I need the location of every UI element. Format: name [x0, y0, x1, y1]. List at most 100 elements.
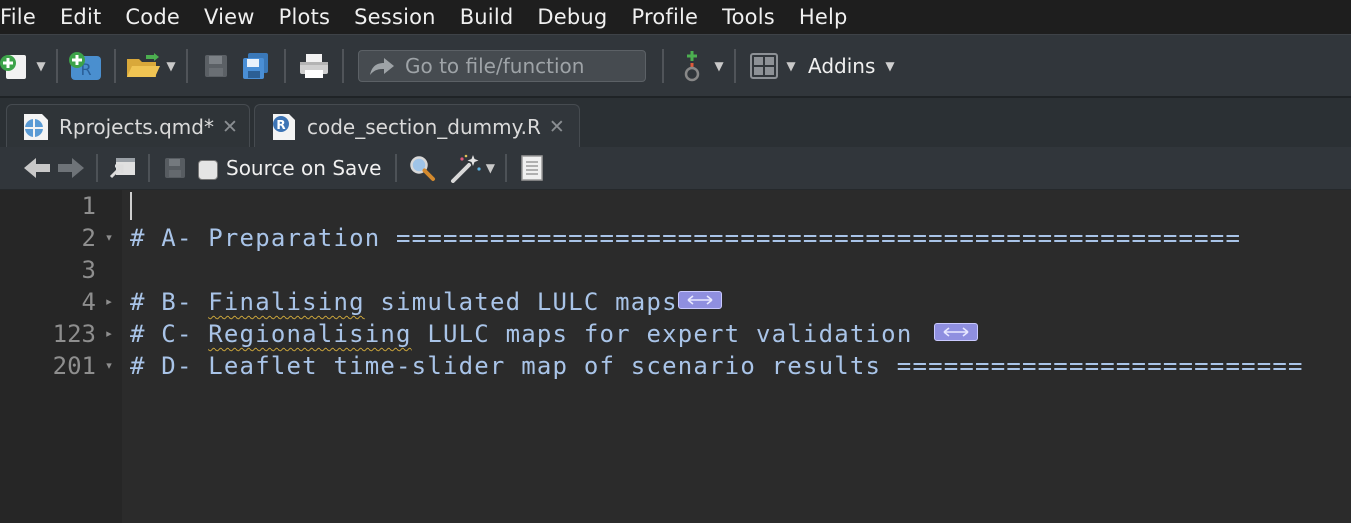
- go-to-arrow-icon: [359, 55, 405, 77]
- toolbar-separator: [505, 154, 508, 182]
- expand-arrows-icon: [687, 295, 713, 305]
- toolbar-separator: [734, 49, 736, 83]
- save-all-button[interactable]: [236, 48, 276, 84]
- code-tools-dropdown[interactable]: ▼: [483, 153, 497, 183]
- menu-help[interactable]: Help: [787, 0, 860, 34]
- menu-session[interactable]: Session: [342, 0, 448, 34]
- line-number-gutter: 1 2 ▾ 3 4 ▸ 123 ▸ 201 ▾: [0, 190, 122, 523]
- new-file-button[interactable]: [0, 48, 34, 84]
- menu-view[interactable]: View: [192, 0, 267, 34]
- close-icon[interactable]: ✕: [549, 116, 565, 138]
- fold-toggle-icon[interactable]: ▸: [103, 318, 115, 350]
- workspace-panes-dropdown[interactable]: ▼: [784, 48, 798, 84]
- addins-menu[interactable]: Addins: [808, 54, 875, 78]
- notebook-icon: [521, 155, 544, 181]
- r-file-icon: R: [267, 112, 301, 142]
- new-file-icon: [0, 55, 26, 79]
- tab-code-section-dummy-r[interactable]: R code_section_dummy.R ✕: [254, 104, 580, 149]
- toolbar-separator: [342, 49, 344, 83]
- toolbar-separator: [56, 49, 58, 83]
- chevron-down-icon: ▼: [714, 59, 724, 73]
- workspace-panes-button[interactable]: [744, 48, 784, 84]
- go-to-file-function-input[interactable]: Go to file/function: [358, 50, 646, 82]
- git-icon: [684, 51, 700, 82]
- version-control-button[interactable]: [672, 48, 712, 84]
- open-file-button[interactable]: [124, 48, 164, 84]
- save-button[interactable]: [196, 48, 236, 84]
- save-icon: [205, 55, 227, 77]
- print-icon: [300, 54, 328, 78]
- magic-wand-icon: [451, 154, 482, 183]
- editor-save-button[interactable]: [158, 151, 192, 185]
- line-number: 4: [81, 288, 96, 316]
- chevron-down-icon: ▼: [36, 59, 46, 73]
- version-control-dropdown[interactable]: ▼: [712, 48, 726, 84]
- forward-button[interactable]: [54, 151, 88, 185]
- spellcheck-word: Regionalising: [208, 320, 412, 348]
- code-text: # C-: [130, 320, 209, 348]
- code-text: simulated LULC maps: [364, 288, 678, 316]
- source-on-save-label: Source on Save: [226, 156, 382, 180]
- menu-build[interactable]: Build: [448, 0, 526, 34]
- code-line[interactable]: # C- Regionalising LULC maps for expert …: [130, 318, 979, 350]
- show-in-new-window-button[interactable]: [106, 151, 140, 185]
- menu-profile[interactable]: Profile: [619, 0, 710, 34]
- source-tab-strip: Rprojects.qmd* ✕ R code_section_dummy.R …: [0, 96, 1351, 149]
- main-toolbar: ▼ R ▼ Go to file/function ▼ ▼ Addins ▼: [0, 34, 1351, 97]
- panes-grid-icon: [750, 53, 778, 79]
- close-icon[interactable]: ✕: [222, 116, 238, 138]
- text-cursor: [130, 192, 132, 220]
- new-project-button[interactable]: R: [66, 48, 106, 84]
- fold-toggle-icon[interactable]: ▾: [103, 350, 115, 382]
- toolbar-separator: [284, 49, 286, 83]
- toolbar-separator: [395, 154, 398, 182]
- menu-edit[interactable]: Edit: [48, 0, 113, 34]
- code-tools-button[interactable]: [449, 151, 483, 185]
- menu-plots[interactable]: Plots: [267, 0, 343, 34]
- toolbar-separator: [186, 49, 188, 83]
- menu-tools[interactable]: Tools: [710, 0, 787, 34]
- toolbar-separator: [114, 49, 116, 83]
- compile-report-button[interactable]: [515, 151, 549, 185]
- code-text: # B-: [130, 288, 209, 316]
- popout-icon: [109, 158, 135, 179]
- tab-rprojects-qmd[interactable]: Rprojects.qmd* ✕: [6, 104, 250, 149]
- expand-arrows-icon: [943, 327, 969, 337]
- code-line[interactable]: # D- Leaflet time-slider map of scenario…: [130, 350, 1304, 382]
- line-number: 1: [81, 192, 96, 220]
- print-button[interactable]: [294, 48, 334, 84]
- toolbar-separator: [96, 154, 98, 182]
- line-number: 2: [81, 224, 96, 252]
- code-line[interactable]: # B- Finalising simulated LULC maps: [130, 286, 722, 318]
- menu-file[interactable]: File: [0, 0, 48, 34]
- save-icon: [165, 158, 185, 178]
- toolbar-separator: [662, 49, 664, 83]
- line-number: 3: [81, 256, 96, 284]
- source-on-save-checkbox[interactable]: [198, 160, 218, 180]
- quarto-file-icon: [19, 112, 53, 142]
- code-text: LULC maps for expert validation: [411, 320, 929, 348]
- folded-section-marker[interactable]: [934, 323, 979, 341]
- arrow-left-icon: [24, 158, 50, 178]
- chevron-down-icon: ▼: [786, 59, 796, 73]
- fold-toggle-icon[interactable]: ▸: [103, 286, 115, 318]
- go-to-placeholder: Go to file/function: [405, 54, 585, 78]
- back-button[interactable]: [20, 151, 54, 185]
- find-replace-button[interactable]: [405, 151, 439, 185]
- open-file-dropdown[interactable]: ▼: [164, 48, 178, 84]
- new-project-icon: R: [69, 52, 101, 80]
- tab-label: code_section_dummy.R: [307, 115, 541, 139]
- chevron-down-icon[interactable]: ▼: [885, 59, 894, 73]
- code-line[interactable]: # A- Preparation =======================…: [130, 222, 1241, 254]
- tab-label: Rprojects.qmd*: [59, 115, 214, 139]
- code-editor[interactable]: # A- Preparation =======================…: [122, 190, 1351, 523]
- line-number: 201: [52, 352, 96, 380]
- new-file-dropdown[interactable]: ▼: [34, 48, 48, 84]
- fold-toggle-icon[interactable]: ▾: [103, 222, 115, 254]
- line-number: 123: [52, 320, 96, 348]
- menu-debug[interactable]: Debug: [525, 0, 619, 34]
- toolbar-separator: [148, 154, 150, 182]
- folded-section-marker[interactable]: [677, 291, 722, 309]
- svg-text:R: R: [276, 118, 285, 132]
- menu-code[interactable]: Code: [113, 0, 192, 34]
